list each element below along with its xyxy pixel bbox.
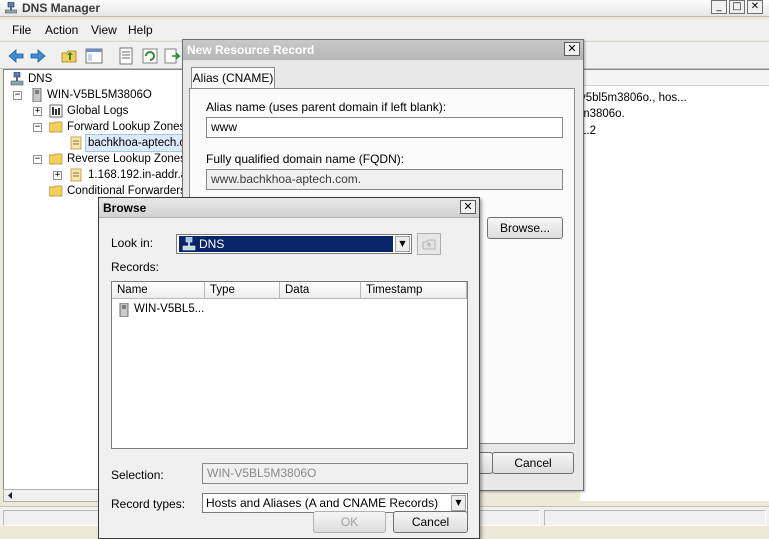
tree-label-reverse-zone: 1.168.192.in-addr.a [88,169,188,181]
column-header-timestamp[interactable]: Timestamp [361,282,467,299]
menu-file[interactable]: File [12,23,31,37]
dns-icon [10,72,24,86]
tree-item-dns[interactable]: DNS [10,71,190,87]
dialog-title-bar: New Resource Record ✕ [183,40,583,60]
folder-icon [49,153,63,165]
record-types-label: Record types: [111,497,186,511]
details-row-2[interactable]: m3806o. [580,108,625,120]
tree-item-server[interactable]: − WIN-V5BL5M3806O [10,87,190,103]
log-icon [49,104,63,118]
browse-dialog: Browse ✕ Look in: DNS ▼ Records: Name Ty… [98,197,480,539]
server-icon [119,303,129,317]
folder-icon [49,121,63,133]
record-types-dropdown[interactable]: Hosts and Aliases (A and CNAME Records) … [202,493,468,513]
fqdn-field: www.bachkhoa-aptech.com. [206,169,563,190]
new-record-cancel-button[interactable]: Cancel [492,452,574,474]
expand-reverse-zone-toggle[interactable]: + [53,171,62,180]
column-header-data[interactable]: Data [280,282,361,299]
refresh-icon[interactable] [140,46,160,66]
new-record-ok-button-edge[interactable] [479,452,493,474]
menu-bar: File Action View Help [0,20,769,40]
look-in-value: DNS [179,236,393,252]
title-bar: DNS Manager _ □ ✕ [0,0,769,17]
menu-view[interactable]: View [91,23,117,37]
show-tree-icon[interactable] [84,46,104,66]
alias-name-input[interactable]: www [206,117,563,138]
selection-field: WIN-V5BL5M3806O [202,463,468,484]
list-item[interactable]: WIN-V5BL5... [117,302,317,318]
browse-button[interactable]: Browse... [487,217,563,239]
chevron-down-icon[interactable]: ▼ [451,495,466,511]
menu-action[interactable]: Action [45,23,78,37]
scroll-left-icon[interactable] [7,492,14,499]
browse-title-bar: Browse ✕ [99,198,479,218]
tree-label-reverse-zones: Reverse Lookup Zones [67,153,186,165]
chevron-down-icon[interactable]: ▼ [395,236,410,252]
record-name: WIN-V5BL5... [134,303,205,315]
tree-item-forward-zones[interactable]: − Forward Lookup Zones [10,119,190,135]
dialog-close-button[interactable]: ✕ [564,42,580,56]
export-icon[interactable] [162,46,182,66]
tree-label-server: WIN-V5BL5M3806O [47,89,152,101]
dialog-title: New Resource Record [187,43,315,57]
tree-item-forward-zone[interactable]: bachkhoa-aptech.co [10,134,192,152]
forward-icon[interactable] [28,46,48,66]
tab-alias-cname[interactable]: Alias (CNAME) [191,67,275,89]
zone-icon [70,136,82,150]
collapse-reverse-zones-toggle[interactable]: − [33,155,42,164]
alias-name-label: Alias name (uses parent domain if left b… [206,100,447,114]
tree-item-reverse-zones[interactable]: − Reverse Lookup Zones [10,151,190,167]
collapse-forward-zones-toggle[interactable]: − [33,123,42,132]
tree-item-global-logs[interactable]: + Global Logs [10,103,190,119]
zone-icon [70,168,82,182]
browse-title: Browse [103,201,147,215]
expand-global-logs-toggle[interactable]: + [33,107,42,116]
tree-label-global-logs: Global Logs [67,105,129,117]
dns-app-icon [5,2,17,14]
minimize-button[interactable]: _ [711,0,727,14]
browse-cancel-button[interactable]: Cancel [393,511,468,533]
records-label: Records: [111,260,160,274]
maximize-button[interactable]: □ [729,0,745,14]
column-header-name[interactable]: Name [112,282,205,299]
collapse-server-toggle[interactable]: − [13,91,22,100]
details-row-1[interactable]: v5bl5m3806o., hos... [580,92,687,104]
up-one-level-icon[interactable] [417,233,441,255]
menu-help[interactable]: Help [128,23,153,37]
status-segment-right [544,510,766,526]
record-types-value: Hosts and Aliases (A and CNAME Records) [206,496,439,510]
selection-label: Selection: [111,468,164,482]
dns-icon [182,237,196,251]
folder-icon [49,185,63,197]
column-header-type[interactable]: Type [205,282,280,299]
tree-item-reverse-zone[interactable]: + 1.168.192.in-addr.a [10,167,190,183]
details-pane[interactable]: v5bl5m3806o., hos... m3806o. 1.2 [580,69,769,501]
records-list[interactable]: Name Type Data Timestamp WIN-V5BL5... [111,281,468,449]
up-folder-icon[interactable] [60,46,80,66]
close-button[interactable]: ✕ [747,0,763,14]
fqdn-label: Fully qualified domain name (FQDN): [206,152,405,166]
window-title: DNS Manager [22,1,101,15]
server-icon [32,88,42,102]
back-icon[interactable] [6,46,26,66]
browse-body: Look in: DNS ▼ Records: Name Type Data T… [99,218,479,538]
tree-label-dns: DNS [28,73,53,85]
tree-label-forward-zones: Forward Lookup Zones [67,121,186,133]
look-in-label: Look in: [111,236,154,250]
properties-icon[interactable] [116,46,136,66]
browse-ok-button[interactable]: OK [313,511,386,533]
look-in-dropdown[interactable]: DNS ▼ [176,234,412,254]
tree-label-forward-zone: bachkhoa-aptech.co [85,134,192,152]
browse-close-button[interactable]: ✕ [460,200,476,214]
details-column-header[interactable] [580,70,769,86]
